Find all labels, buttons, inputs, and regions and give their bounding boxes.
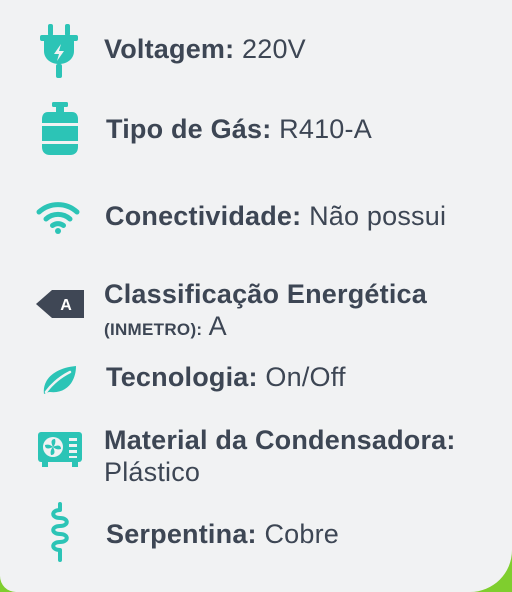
spec-row-energy-class: A Classificação Energética (INMETRO): A <box>0 272 512 344</box>
spec-text-connectivity: Conectividade: Não possui <box>105 201 447 231</box>
spec-value: Plástico <box>104 457 201 487</box>
spec-value: R410-A <box>279 114 372 144</box>
spec-value: On/Off <box>265 362 346 392</box>
spec-value: A <box>208 311 227 341</box>
wifi-icon <box>36 202 80 234</box>
spec-row-condenser-material: Material da Condensadora: Plástico <box>0 420 512 490</box>
spec-row-technology: Tecnologia: On/Off <box>0 358 512 398</box>
spec-value: 220V <box>242 34 306 64</box>
spec-text-technology: Tecnologia: On/Off <box>106 362 346 392</box>
spec-label: Tecnologia <box>106 362 249 392</box>
spec-text-gas-type: Tipo de Gás: R410-A <box>106 114 372 144</box>
spec-sublabel: (INMETRO) <box>104 320 197 339</box>
spec-label: Material da Condensadora <box>104 425 447 455</box>
spec-label: Serpentina <box>106 519 248 549</box>
coil-icon <box>51 502 69 562</box>
spec-text-coil: Serpentina: Cobre <box>106 519 339 549</box>
spec-row-connectivity: Conectividade: Não possui <box>0 190 512 246</box>
spec-label: Conectividade <box>105 201 293 231</box>
spec-label: Classificação Energética <box>104 279 427 309</box>
spec-text-energy-class: Classificação Energética <box>104 278 427 310</box>
spec-label: Tipo de Gás <box>106 114 263 144</box>
leaf-icon <box>43 366 76 394</box>
spec-subtext-energy-class: (INMETRO): A <box>104 311 227 341</box>
spec-text-voltage: Voltagem: 220V <box>104 34 306 64</box>
spec-value: Não possui <box>309 201 447 231</box>
spec-card: Voltagem: 220V Tipo de Gás: R410-A Conec… <box>0 0 512 592</box>
power-plug-icon <box>40 24 78 78</box>
spec-row-voltage: Voltagem: 220V <box>0 22 512 82</box>
spec-text-condenser-material: Material da Condensadora: <box>104 425 456 455</box>
spec-label: Voltagem <box>104 34 226 64</box>
energy-class-badge: A <box>60 297 72 314</box>
spec-row-coil: Serpentina: Cobre <box>0 502 512 568</box>
energy-class-icon: A <box>36 290 84 318</box>
condenser-unit-icon <box>38 432 82 467</box>
spec-row-gas-type: Tipo de Gás: R410-A <box>0 100 512 160</box>
spec-value-line-condenser-material: Plástico <box>104 456 200 488</box>
spec-value: Cobre <box>264 519 339 549</box>
gas-cylinder-icon <box>42 102 78 155</box>
